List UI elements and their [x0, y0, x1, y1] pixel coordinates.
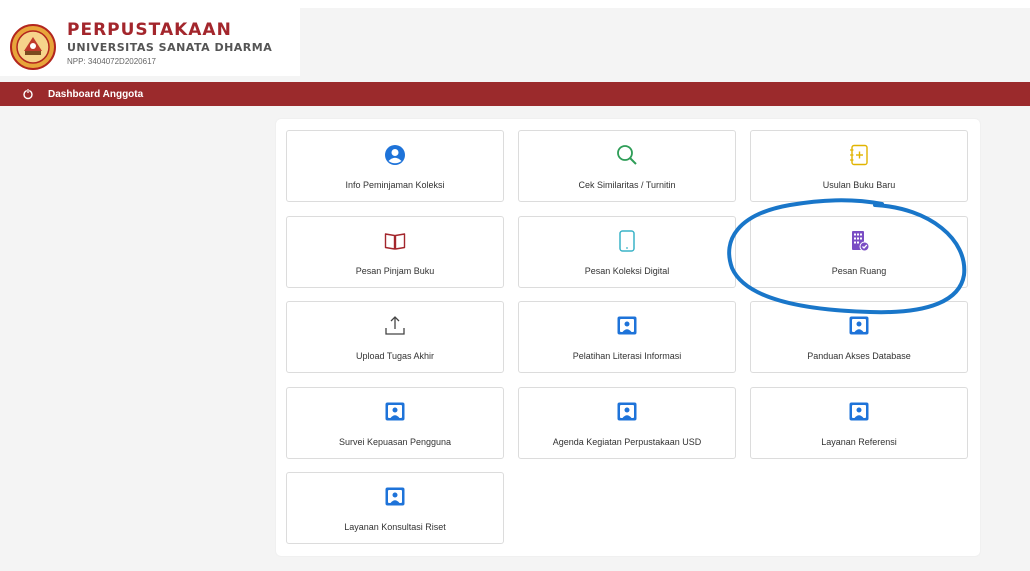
- card-label: Layanan Konsultasi Riset: [344, 522, 446, 532]
- card-label: Pesan Koleksi Digital: [584, 266, 670, 276]
- person-board-icon: [617, 316, 637, 335]
- upload-icon: [385, 316, 405, 335]
- menu-panel: Info Peminjaman Koleksi Cek Similaritas …: [276, 119, 980, 556]
- person-board-icon: [385, 487, 405, 506]
- person-board-icon: [385, 402, 405, 421]
- home-icon: [23, 89, 33, 100]
- card-pelatihan-literasi-informasi[interactable]: Pelatihan Literasi Informasi: [518, 301, 736, 373]
- card-upload-tugas-akhir[interactable]: Upload Tugas Akhir: [286, 301, 504, 373]
- card-layanan-referensi[interactable]: Layanan Referensi: [750, 387, 968, 459]
- card-survei-kepuasan-pengguna[interactable]: Survei Kepuasan Pengguna: [286, 387, 504, 459]
- card-label: Survei Kepuasan Pengguna: [338, 437, 452, 447]
- card-info-peminjaman-koleksi[interactable]: Info Peminjaman Koleksi: [286, 130, 504, 202]
- card-agenda-kegiatan[interactable]: Agenda Kegiatan Perpustakaan USD: [518, 387, 736, 459]
- top-strip: [0, 0, 1030, 8]
- card-pesan-pinjam-buku[interactable]: Pesan Pinjam Buku: [286, 216, 504, 288]
- book-open-icon: [384, 233, 406, 250]
- card-label: Agenda Kegiatan Perpustakaan USD: [552, 437, 702, 447]
- card-cek-similaritas[interactable]: Cek Similaritas / Turnitin: [518, 130, 736, 202]
- card-layanan-konsultasi-riset[interactable]: Layanan Konsultasi Riset: [286, 472, 504, 544]
- card-label: Upload Tugas Akhir: [355, 351, 435, 361]
- card-label: Pelatihan Literasi Informasi: [572, 351, 682, 361]
- library-title: PERPUSTAKAAN: [67, 20, 232, 40]
- card-pesan-koleksi-digital[interactable]: Pesan Koleksi Digital: [518, 216, 736, 288]
- notebook-plus-icon: [850, 144, 868, 166]
- npp-number: NPP: 3404072D2020617: [67, 57, 156, 66]
- building-check-icon: [852, 231, 870, 252]
- user-circle-icon: [385, 145, 405, 165]
- card-usulan-buku-baru[interactable]: Usulan Buku Baru: [750, 130, 968, 202]
- search-icon: [617, 145, 637, 165]
- nav-dashboard-anggota[interactable]: Dashboard Anggota: [22, 82, 143, 106]
- site-header: PERPUSTAKAAN UNIVERSITAS SANATA DHARMA N…: [0, 8, 300, 76]
- tablet-icon: [619, 230, 635, 252]
- person-board-icon: [617, 402, 637, 421]
- person-board-icon: [849, 316, 869, 335]
- card-label: Pesan Pinjam Buku: [355, 266, 435, 276]
- nav-item-label: Dashboard Anggota: [48, 88, 144, 100]
- card-label: Panduan Akses Database: [807, 351, 911, 361]
- main-navbar: Dashboard Anggota: [0, 82, 1030, 106]
- card-pesan-ruang[interactable]: Pesan Ruang: [750, 216, 968, 288]
- card-label: Info Peminjaman Koleksi: [345, 180, 445, 190]
- card-label: Usulan Buku Baru: [822, 180, 896, 190]
- person-board-icon: [849, 402, 869, 421]
- card-label: Cek Similaritas / Turnitin: [578, 180, 676, 190]
- university-name: UNIVERSITAS SANATA DHARMA: [67, 41, 273, 54]
- university-seal-icon: [10, 24, 56, 70]
- card-label: Layanan Referensi: [821, 437, 897, 447]
- card-panduan-akses-database[interactable]: Panduan Akses Database: [750, 301, 968, 373]
- card-label: Pesan Ruang: [831, 266, 887, 276]
